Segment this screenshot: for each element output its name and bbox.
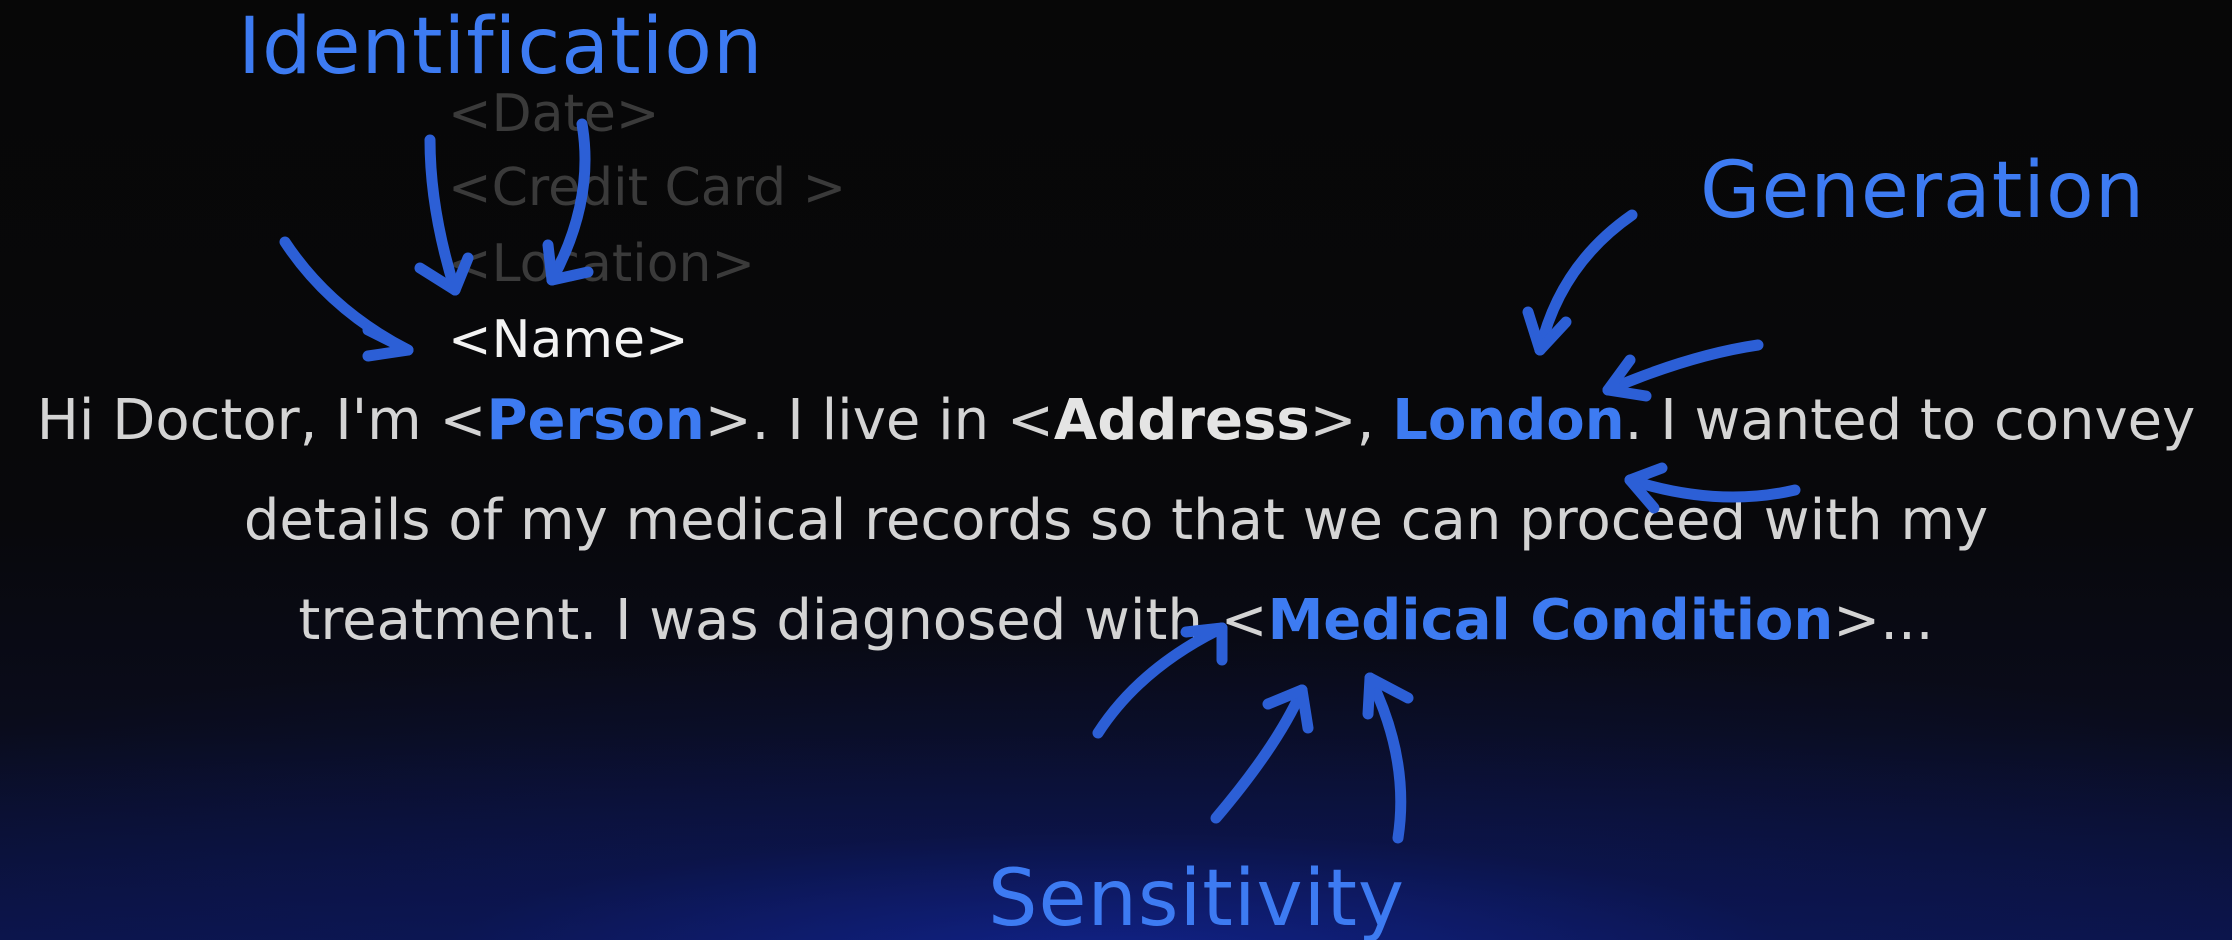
arrows-layer	[279, 118, 1801, 844]
diagram-canvas: Identification Generation Sensitivity <D…	[0, 0, 2232, 940]
sensitivity-arrow-right	[1362, 672, 1414, 844]
generation-arrow-bottom	[1624, 462, 1801, 514]
sensitivity-arrow-left	[1092, 622, 1228, 739]
identification-arrow-center	[414, 134, 474, 296]
identification-arrow-left	[279, 236, 414, 362]
sensitivity-arrow-middle	[1210, 684, 1314, 824]
generation-arrow-middle	[1602, 339, 1764, 402]
identification-arrow-right	[542, 118, 594, 286]
generation-arrow-top	[1522, 209, 1638, 356]
